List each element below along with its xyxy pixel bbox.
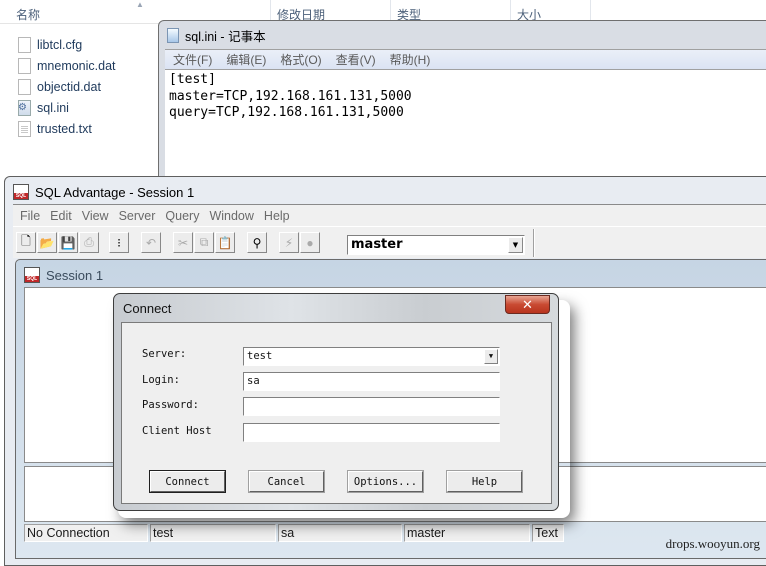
file-name: objectid.dat [37,79,101,94]
column-divider[interactable] [390,0,391,22]
sort-ascending-icon: ▲ [136,0,144,9]
menu-window[interactable]: Window [209,209,253,223]
execute-icon[interactable]: ⚡ [279,232,299,253]
options-button[interactable]: Options... [347,470,424,493]
file-name: mnemonic.dat [37,58,116,73]
file-item[interactable]: sql.ini [18,97,116,118]
login-input[interactable]: sa [243,372,500,391]
status-bar: No Connection test sa master Text [24,524,766,544]
menu-view[interactable]: 查看(V) [336,51,376,68]
watermark: drops.wooyun.org [665,536,760,551]
client-host-label: Client Host [142,425,212,437]
file-icon [18,36,31,53]
session-titlebar[interactable]: Session 1 [24,266,103,284]
file-item[interactable]: trusted.txt [18,118,116,139]
database-select[interactable]: master ▼ [347,235,525,255]
status-output-mode: Text [532,524,564,542]
cut-icon[interactable]: ✂ [173,232,193,253]
menu-help[interactable]: Help [264,209,290,223]
help-button[interactable]: Help [446,470,523,493]
status-database: master [404,524,530,542]
status-server: test [150,524,276,542]
new-file-icon[interactable]: 🗋 [16,232,36,253]
toolbar-divider [533,229,535,257]
server-label: Server: [142,348,187,360]
file-name: trusted.txt [37,121,92,136]
print-icon[interactable]: ⎙ [79,232,99,253]
dialog-body: Server: test ▼ Login: sa Password: Clien… [121,322,552,504]
menu-format[interactable]: 格式(O) [280,51,321,68]
password-label: Password: [142,399,199,411]
file-name: libtcl.cfg [37,37,83,52]
undo-icon[interactable]: ↶ [141,232,161,253]
status-login: sa [278,524,402,542]
column-name[interactable]: 名称 [16,6,40,23]
stop-icon[interactable]: ● [300,232,320,253]
cancel-button[interactable]: Cancel [248,470,325,493]
menu-edit[interactable]: Edit [50,209,72,223]
notepad-icon [167,27,179,43]
file-item[interactable]: mnemonic.dat [18,55,116,76]
copy-icon[interactable]: ⧉ [194,232,214,253]
chevron-down-icon[interactable]: ▼ [484,349,498,364]
notepad-window: sql.ini - 记事本 文件(F) 编辑(E) 格式(O) 查看(V) 帮助… [158,20,766,190]
file-name: sql.ini [37,100,69,115]
menu-file[interactable]: File [20,209,40,223]
notepad-title: sql.ini - 记事本 [185,29,266,44]
sql-document-icon [24,267,40,283]
menu-help[interactable]: 帮助(H) [390,51,431,68]
text-file-icon [18,120,31,137]
notepad-menubar: 文件(F) 编辑(E) 格式(O) 查看(V) 帮助(H) [165,49,766,69]
database-value: master [351,237,403,252]
settings-file-icon [18,99,31,116]
file-item[interactable]: objectid.dat [18,76,116,97]
toolbar: 🗋 📂 💾 ⎙ ⁝ ↶ ✂ ⧉ 📋 ⚲ ⚡ ● master ▼ [13,226,766,258]
file-item[interactable]: libtcl.cfg [18,34,116,55]
file-icon [18,57,31,74]
server-value: test [247,350,273,362]
paste-icon[interactable]: 📋 [215,232,235,253]
connect-dialog: Connect ✕ Server: test ▼ Login: sa Passw… [113,293,559,511]
session-title: Session 1 [46,267,104,283]
menu-file[interactable]: 文件(F) [173,51,212,68]
notepad-titlebar[interactable]: sql.ini - 记事本 [167,25,266,45]
menu-edit[interactable]: 编辑(E) [226,51,266,68]
save-icon[interactable]: 💾 [58,232,78,253]
column-divider[interactable] [510,0,511,22]
notepad-text-area[interactable]: [test] master=TCP,192.168.161.131,5000 q… [165,69,766,189]
server-dropdown[interactable]: test ▼ [243,347,500,366]
sql-advantage-titlebar[interactable]: SQL Advantage - Session 1 [13,182,194,202]
find-icon[interactable]: ⚲ [247,232,267,253]
file-icon [18,78,31,95]
login-label: Login: [142,374,180,386]
options-icon[interactable]: ⁝ [109,232,129,253]
password-input[interactable] [243,397,500,416]
chevron-down-icon[interactable]: ▼ [508,237,523,253]
status-connection: No Connection [24,524,148,542]
dialog-title: Connect [123,301,172,316]
file-list: libtcl.cfg mnemonic.dat objectid.dat sql… [18,34,116,139]
column-divider[interactable] [270,0,271,22]
column-divider[interactable] [590,0,591,22]
window-title: SQL Advantage - Session 1 [35,184,195,200]
menu-query[interactable]: Query [165,209,199,223]
sql-app-icon [13,184,29,200]
connect-button[interactable]: Connect [149,470,226,493]
open-folder-icon[interactable]: 📂 [37,232,57,253]
menu-server[interactable]: Server [119,209,156,223]
menu-view[interactable]: View [82,209,109,223]
close-icon[interactable]: ✕ [505,295,550,314]
menubar: File Edit View Server Query Window Help [13,204,766,226]
client-host-input[interactable] [243,423,500,442]
